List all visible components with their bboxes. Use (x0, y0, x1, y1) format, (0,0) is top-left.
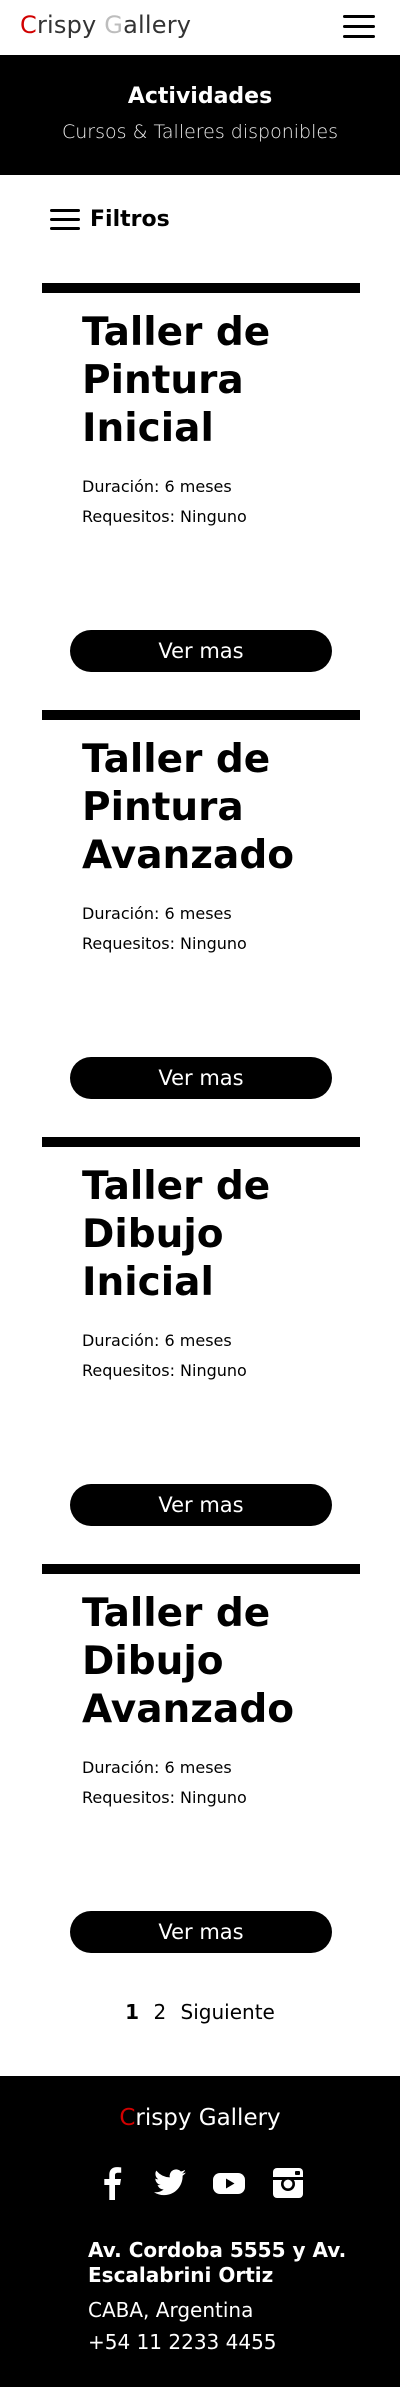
card-divider (42, 1564, 360, 1574)
filter-lines-icon (50, 209, 80, 231)
footer-logo-letter-c: C (119, 2105, 136, 2131)
ver-mas-button[interactable]: Ver mas (70, 630, 332, 672)
logo-letter-g: G (104, 11, 124, 39)
ver-mas-button[interactable]: Ver mas (70, 1911, 332, 1953)
page-1-link[interactable]: 1 (125, 2000, 139, 2024)
site-footer: Crispy Gallery Av. Cordoba 5555 y Av. Es… (0, 2076, 400, 2387)
footer-logo[interactable]: Crispy Gallery (0, 2105, 400, 2131)
youtube-icon[interactable] (212, 2166, 246, 2200)
twitter-icon[interactable] (153, 2166, 187, 2200)
facebook-icon[interactable] (96, 2166, 130, 2200)
instagram-icon[interactable] (271, 2166, 305, 2200)
logo-text-part2: allery (123, 11, 192, 39)
course-title: Taller de Pintura Inicial (82, 310, 271, 451)
card-divider (42, 283, 360, 293)
footer-address: Av. Cordoba 5555 y Av. Escalabrini Ortiz (88, 2238, 347, 2287)
page-2-link[interactable]: 2 (153, 2000, 166, 2024)
course-requirements: Requesitos: Ninguno (82, 507, 247, 526)
filters-label: Filtros (90, 207, 170, 232)
pagination: 1 2 Siguiente (0, 2000, 400, 2024)
course-duration: Duración: 6 meses (82, 477, 232, 496)
course-card: Taller de Dibujo Avanzado Duración: 6 me… (42, 1564, 360, 1959)
course-title: Taller de Pintura Avanzado (82, 737, 295, 878)
course-duration: Duración: 6 meses (82, 1758, 232, 1777)
logo-text-part1: rispy (36, 11, 105, 39)
course-requirements: Requesitos: Ninguno (82, 1361, 247, 1380)
course-title: Taller de Dibujo Inicial (82, 1164, 271, 1305)
top-bar: Crispy Gallery (0, 0, 400, 55)
footer-city: CABA, Argentina (88, 2298, 254, 2322)
hamburger-menu-icon[interactable] (343, 15, 375, 39)
next-page-link[interactable]: Siguiente (181, 2000, 275, 2024)
course-title: Taller de Dibujo Avanzado (82, 1591, 295, 1732)
course-requirements: Requesitos: Ninguno (82, 1788, 247, 1807)
ver-mas-button[interactable]: Ver mas (70, 1057, 332, 1099)
social-links (0, 2166, 400, 2200)
course-card: Taller de Pintura Inicial Duración: 6 me… (42, 283, 360, 678)
logo-letter-c: C (20, 11, 37, 39)
ver-mas-button[interactable]: Ver mas (70, 1484, 332, 1526)
course-card: Taller de Pintura Avanzado Duración: 6 m… (42, 710, 360, 1105)
card-divider (42, 710, 360, 720)
brand-logo[interactable]: Crispy Gallery (20, 11, 191, 39)
footer-logo-text: rispy Gallery (135, 2105, 281, 2131)
course-requirements: Requesitos: Ninguno (82, 934, 247, 953)
card-divider (42, 1137, 360, 1147)
course-duration: Duración: 6 meses (82, 904, 232, 923)
page-subtitle: Cursos & Talleres disponibles (62, 121, 338, 143)
hero-banner: Actividades Cursos & Talleres disponible… (0, 55, 400, 175)
page-title: Actividades (127, 84, 273, 109)
course-duration: Duración: 6 meses (82, 1331, 232, 1350)
footer-phone: +54 11 2233 4455 (88, 2330, 277, 2354)
course-card: Taller de Dibujo Inicial Duración: 6 mes… (42, 1137, 360, 1532)
